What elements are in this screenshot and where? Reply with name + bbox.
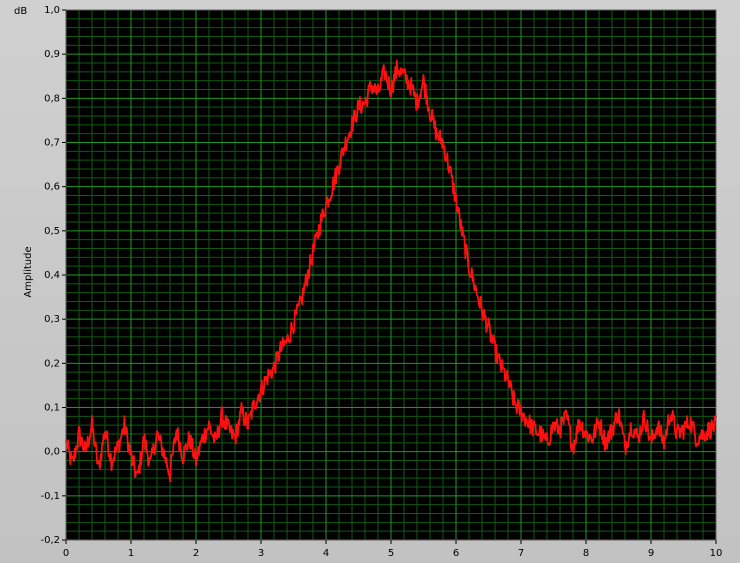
y-axis-tick-labels: -0,2 -0,1 0,0 0,1 0,2 0,3 0,4 0,5 0,6 0,7 0,8 0,9 1,… (40, 5, 66, 546)
x-tick-label: 10 (710, 548, 723, 559)
x-tick-label: 9 (648, 548, 654, 559)
x-tick-label: 2 (193, 548, 199, 559)
x-tick-label: 7 (518, 548, 524, 559)
x-tick-label: 8 (583, 548, 589, 559)
y-tick-label: 1,0 (44, 5, 60, 16)
x-tick-label: 1 (128, 548, 134, 559)
graph-frame: -0,2 -0,1 0,0 0,1 0,2 0,3 0,4 0,5 0,6 0,7 0,8 0,9 1,… (0, 0, 740, 563)
y-tick-label: 0,2 (44, 358, 60, 369)
waveform-chart: -0,2 -0,1 0,0 0,1 0,2 0,3 0,4 0,5 0,6 0,7 0,8 0,9 1,… (14, 5, 723, 559)
y-tick-label: -0,2 (40, 535, 60, 546)
y-tick-label: 0,8 (44, 93, 60, 104)
x-tick-label: 0 (63, 548, 69, 559)
y-tick-label: 0,9 (44, 49, 60, 60)
y-tick-label: -0,1 (40, 491, 60, 502)
y-tick-label: 0,6 (44, 182, 60, 193)
x-tick-label: 5 (388, 548, 394, 559)
y-tick-label: 0,4 (44, 270, 60, 281)
x-tick-label: 4 (323, 548, 329, 559)
y-tick-label: 0,1 (44, 403, 60, 414)
x-tick-label: 3 (258, 548, 264, 559)
y-tick-label: 0,7 (44, 138, 60, 149)
x-axis-tick-labels: 0 1 2 3 4 5 6 7 8 9 10 (63, 540, 723, 559)
y-tick-label: 0,5 (44, 226, 60, 237)
y-unit-label: dB (14, 6, 27, 17)
y-axis-label: Amplitude (23, 246, 34, 297)
x-tick-label: 6 (453, 548, 459, 559)
y-tick-label: 0,3 (44, 314, 60, 325)
y-tick-label: 0,0 (44, 447, 60, 458)
